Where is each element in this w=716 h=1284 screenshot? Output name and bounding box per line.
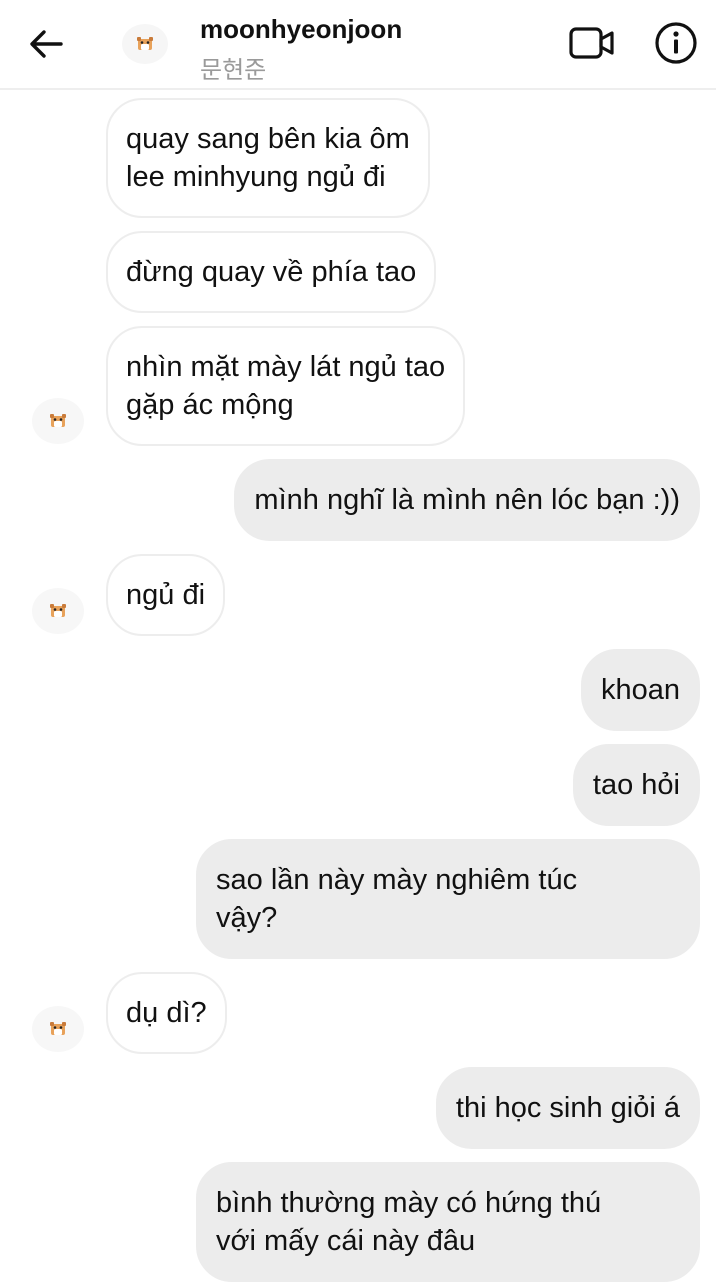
conversation-username[interactable]: moonhyeonjoon xyxy=(200,14,402,45)
outgoing-message[interactable]: khoan xyxy=(580,649,700,731)
message-text-line: quay sang bên kia ôm xyxy=(126,123,410,155)
message-text-line: bình thường mày có hứng thú xyxy=(216,1187,602,1219)
avatar[interactable] xyxy=(122,24,168,64)
outgoing-message[interactable]: tao hỏi xyxy=(572,744,700,826)
message-text-line: dụ dì? xyxy=(126,997,207,1029)
incoming-message[interactable]: đừng quay về phía tao xyxy=(106,231,437,313)
incoming-message[interactable]: ngủ đi xyxy=(106,554,226,636)
hamster-avatar-icon xyxy=(50,414,66,427)
avatar[interactable] xyxy=(32,1006,84,1052)
hamster-avatar-icon xyxy=(50,604,66,617)
message-text-line: mình nghĩ là mình nên lóc bạn :)) xyxy=(254,484,680,516)
message-text-line: lee minhyung ngủ đi xyxy=(126,161,386,193)
message-text-line: khoan xyxy=(600,674,680,706)
incoming-message[interactable]: dụ dì? xyxy=(106,972,227,1054)
message-text-line: vậy? xyxy=(216,902,278,934)
outgoing-message[interactable]: mình nghĩ là mình nên lóc bạn :)) xyxy=(234,459,700,541)
info-icon xyxy=(655,22,697,64)
back-button[interactable] xyxy=(22,22,70,66)
video-camera-icon xyxy=(569,27,614,59)
message-text-line: nhìn mặt mày lát ngủ tao xyxy=(126,351,446,383)
hamster-avatar-icon xyxy=(137,37,153,50)
video-call-button[interactable] xyxy=(564,20,620,66)
message-text-line: với mấy cái này đâu xyxy=(216,1225,476,1257)
hamster-avatar-icon xyxy=(50,1022,66,1035)
avatar[interactable] xyxy=(32,588,84,634)
avatar[interactable] xyxy=(32,398,84,444)
outgoing-message[interactable]: thi học sinh giỏi á xyxy=(435,1067,700,1149)
message-text-line: tao hỏi xyxy=(592,769,680,801)
chat-header: moonhyeonjoon 문현준 xyxy=(0,0,716,90)
arrow-left-icon xyxy=(30,30,63,58)
message-text-line: gặp ác mộng xyxy=(126,389,294,421)
message-text-line: sao lần này mày nghiêm túc xyxy=(216,864,578,896)
info-button[interactable] xyxy=(650,18,702,68)
incoming-message[interactable]: quay sang bên kia ôm lee minhyung ngủ đi xyxy=(106,98,430,218)
message-text-line: thi học sinh giỏi á xyxy=(455,1092,680,1124)
message-text-line: đừng quay về phía tao xyxy=(126,256,417,288)
outgoing-message[interactable]: sao lần này mày nghiêm túc vậy? xyxy=(196,839,700,959)
conversation-subtitle: 문현준 xyxy=(200,57,267,84)
incoming-message[interactable]: nhìn mặt mày lát ngủ tao gặp ác mộng xyxy=(106,326,466,446)
outgoing-message[interactable]: bình thường mày có hứng thú với mấy cái … xyxy=(196,1162,700,1282)
message-text-line: ngủ đi xyxy=(126,579,206,611)
